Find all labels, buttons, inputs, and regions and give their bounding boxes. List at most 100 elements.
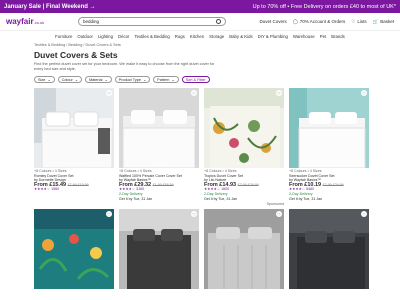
account-link[interactable]: ◯ 70% Account & Orders [293, 19, 346, 25]
bedroom-photo-grey [119, 88, 199, 168]
heart-icon[interactable]: ♡ [191, 90, 197, 96]
price-was: £7.99 £29.99 [322, 182, 344, 187]
product-card[interactable]: ♡ +8 Colours • 4 Sizes Seersucker Duvet … [289, 88, 369, 201]
delivery-date: Get it by Tue, 31 Jan [119, 196, 153, 201]
delivery-date: Get it by Tue, 31 Jan [289, 196, 323, 201]
carousel-dots[interactable] [34, 163, 114, 165]
promo-banner[interactable]: January Sale | Final Weekend → Up to 70%… [0, 0, 400, 13]
account-icon: ◯ [292, 18, 298, 24]
nav-diy[interactable]: DIY & Plumbing [258, 34, 288, 39]
product-card[interactable]: ♡ [204, 209, 284, 290]
filter-label: Material [88, 77, 103, 82]
promo-left[interactable]: January Sale | Final Weekend → [4, 4, 96, 10]
search-box[interactable]: bedding [78, 17, 226, 26]
page-description: Find the perfect duvet cover set for you… [34, 62, 215, 71]
carousel-dots[interactable] [119, 163, 199, 165]
filter-pattern[interactable]: Pattern ⌄ [153, 76, 179, 83]
product-card[interactable]: ♡ +8 Colours • 4 Sizes Waffled 100% Perc… [119, 88, 199, 201]
logo[interactable]: wayfair.co.uk [6, 17, 48, 26]
product-info: +8 Colours • 4 Sizes Romley Duvet Cover … [34, 169, 114, 192]
filter-material[interactable]: Material ⌄ [84, 76, 112, 83]
lists-link[interactable]: ♡ Lists [351, 19, 366, 25]
logo-suffix: .co.uk [33, 20, 45, 25]
product-card[interactable]: ♡ +8 Colours • 4 Sizes Tropics Duvet Cov… [204, 88, 284, 201]
filter-colour[interactable]: Colour ⌄ [57, 76, 82, 83]
bedroom-photo-tropical [34, 209, 114, 290]
product-card[interactable]: ♡ [289, 209, 369, 290]
page-title: Duvet Covers & Sets [34, 50, 118, 60]
search-input[interactable]: bedding [83, 19, 216, 24]
product-image[interactable]: ♡ [204, 209, 284, 290]
product-image[interactable]: ♡ [204, 88, 284, 168]
nav-decor[interactable]: Décor [118, 34, 129, 39]
sort-label: Sort & Filter [185, 77, 206, 82]
carousel-dots[interactable] [289, 163, 369, 165]
sort-filter-button[interactable]: Sort & Filter [181, 76, 210, 83]
product-card[interactable]: ♡ [34, 209, 114, 290]
filter-bar: Size ⌄ Colour ⌄ Material ⌄ Product Type ⌄ Pa… [34, 76, 366, 83]
category-nav: Furniture Outdoor Lighting Décor Textile… [0, 31, 400, 41]
chevron-down-icon: ⌄ [171, 78, 175, 82]
tool-label: Basket [380, 19, 394, 24]
product-image[interactable]: ♡ [289, 209, 369, 290]
nav-rugs[interactable]: Rugs [175, 34, 185, 39]
product-rating: ★★★★☆ 1560 [34, 187, 60, 192]
duvet-dropdown[interactable]: Duvet Covers [259, 19, 286, 24]
tool-label: Duvet Covers [259, 19, 287, 24]
product-image[interactable]: ♡ [119, 88, 199, 168]
nav-brands[interactable]: Brands [331, 34, 345, 39]
nav-kitchen[interactable]: Kitchen [190, 34, 204, 39]
product-grid: ♡ +8 Colours • 4 Sizes Romley Duvet Cove… [34, 88, 369, 207]
product-card[interactable]: ♡ [119, 209, 199, 290]
price-was: £7.99 £18.99 [67, 182, 89, 187]
filter-size[interactable]: Size ⌄ [34, 76, 55, 83]
breadcrumb[interactable]: Textiles & Bedding / Bedding / Duvet Cov… [34, 43, 366, 47]
product-card[interactable]: ♡ +8 Colours • 4 Sizes Romley Duvet Cove… [34, 88, 114, 201]
chevron-down-icon: ⌄ [142, 78, 147, 82]
chevron-down-icon: ⌄ [47, 78, 51, 82]
nav-storage[interactable]: Storage [209, 34, 224, 39]
nav-textiles[interactable]: Textiles & Bedding [134, 34, 169, 39]
bedroom-photo-teal [289, 88, 369, 168]
bedroom-photo-white [34, 88, 114, 168]
basket-icon: 🛒 [372, 18, 379, 24]
product-image[interactable]: ♡ [34, 209, 114, 290]
price-was: £7.99 £29.99 [237, 182, 259, 187]
product-info: +8 Colours • 4 Sizes Tropics Duvet Cover… [204, 169, 284, 201]
bedroom-photo-pleated [204, 209, 284, 290]
filter-label: Size [38, 77, 46, 82]
bedroom-photo-dark-grey [119, 209, 199, 290]
price-was: £1.99 £58.99 [152, 182, 174, 187]
product-image[interactable]: ♡ [289, 88, 369, 168]
product-image[interactable]: ♡ [119, 209, 199, 290]
logo-text: wayfair [6, 17, 34, 26]
filter-product-type[interactable]: Product Type ⌄ [114, 76, 151, 83]
heart-icon[interactable]: ♡ [361, 90, 367, 96]
bedroom-photo-charcoal [289, 209, 369, 290]
product-image[interactable]: ♡ [34, 88, 114, 168]
delivery-date: Get it by Tue, 31 Jan [204, 196, 238, 201]
nav-outdoor[interactable]: Outdoor [77, 34, 93, 39]
product-info: +8 Colours • 4 Sizes Waffled 100% Percal… [119, 169, 199, 201]
nav-lighting[interactable]: Lighting [98, 34, 113, 39]
basket-link[interactable]: 🛒 Basket [373, 19, 394, 25]
filter-label: Pattern [157, 77, 170, 82]
bedroom-photo-floral [204, 88, 284, 168]
heart-icon[interactable]: ♡ [276, 90, 282, 96]
nav-baby-kids[interactable]: Baby & Kids [229, 34, 252, 39]
product-info: +8 Colours • 4 Sizes Seersucker Duvet Co… [289, 169, 369, 201]
filter-label: Product Type [118, 77, 141, 82]
nav-pet[interactable]: Pet [320, 34, 326, 39]
sponsored-label: Sponsored [266, 202, 284, 207]
tool-label: Lists [357, 19, 367, 24]
search-icon[interactable] [216, 19, 221, 24]
filter-label: Colour [61, 77, 73, 82]
nav-warehouse[interactable]: Warehouse [293, 34, 315, 39]
chevron-down-icon: ⌄ [104, 78, 108, 82]
nav-furniture[interactable]: Furniture [55, 34, 72, 39]
header-tools: Duvet Covers ◯ 70% Account & Orders ♡ List… [259, 19, 394, 25]
heart-icon[interactable]: ♡ [106, 90, 112, 96]
carousel-dots[interactable] [204, 163, 284, 165]
heart-icon: ♡ [351, 18, 356, 24]
product-grid-row-2: ♡ ♡ ♡ ♡ [34, 209, 369, 290]
